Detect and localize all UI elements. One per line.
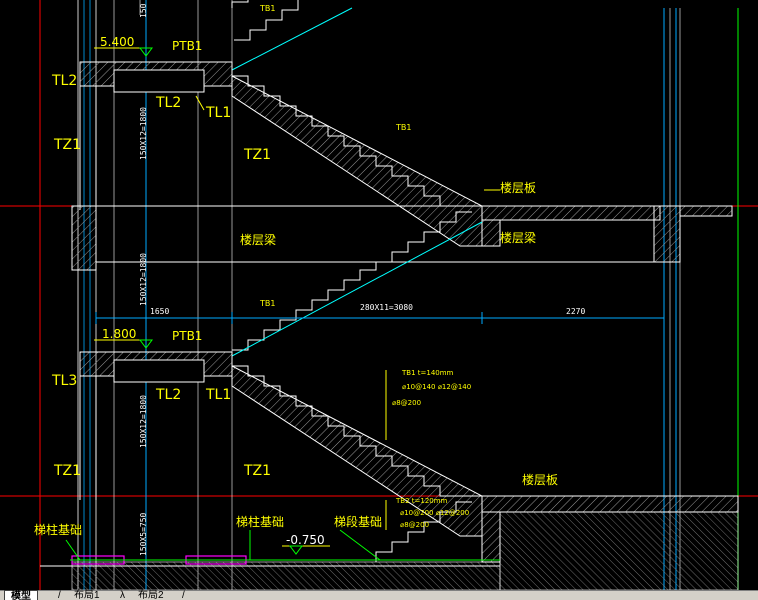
lower-landing [79,351,233,500]
elevation-top: 5.400 [100,35,135,49]
dim-h-left: 1650 [150,307,170,316]
dim-h-right: 2270 [566,307,586,316]
layout-tab-bar: 模型 / 布局1 λ 布局2 / [0,590,758,600]
col-foundation-left-label: 梯柱基础 [34,523,83,537]
col-foundation-mid-label: 梯柱基础 [236,515,285,529]
stair-section-drawing [0,0,758,590]
tz1-left-bottom-label: TZ1 [54,463,82,479]
tb1-lower-small-label: TB1 [260,299,276,308]
tl3-left-label: TL3 [52,373,78,389]
top-landing [79,61,233,210]
tl1-top-label: TL1 [206,105,232,121]
tz1-right-bottom-label: TZ1 [244,463,272,479]
tab-separator: / [182,590,185,600]
floor-beam-label-right: 楼层梁 [500,231,537,245]
tb1-note-3: ⌀8@200 [392,399,422,407]
dim-v-mid-lower: 150X12=1800 [139,395,148,448]
green-annotation-lines [65,529,500,561]
dim-v-top: 150X12=1800 [139,107,148,160]
tl2-left-label: TL2 [52,73,78,89]
tb2-note-2: ⌀10@200 ⌀12@200 [400,509,470,517]
ptb1-mid-label: PTB1 [172,329,203,343]
tz1-left-top-label: TZ1 [54,137,82,153]
tab-separator: λ [120,590,125,600]
elevation-mid: 1.800 [102,327,137,341]
dim-v-cut-top: 150 [139,3,148,18]
tab-model[interactable]: 模型 [4,590,38,600]
floor-slab-label-lower: 楼层板 [522,473,559,487]
floor-slab-upper [71,205,733,271]
tl2-mid-label: TL2 [156,95,182,111]
tb2-note-1: TB2 t=120mm [396,497,448,505]
tb1-note-2: ⌀10@140 ⌀12@140 [402,383,472,391]
tb2-note-3: ⌀8@200 [400,521,430,529]
dim-h-mid: 280X11=3080 [360,303,413,312]
tl2-lower-label: TL2 [156,387,182,403]
cad-viewport[interactable]: TB1 5.400 PTB1 TL2 TL2 TL1 TZ1 TZ1 TB1 楼… [0,0,758,600]
dim-v-mid-upper: 150X12=1800 [139,253,148,306]
upper-flight-top [231,0,353,71]
tb1-mid-label: TB1 [396,123,412,132]
elevation-bottom: -0.750 [286,533,325,547]
ptb1-top-label: PTB1 [172,39,203,53]
tb1-note-1: TB1 t=140mm [402,369,454,377]
tab-separator: / [58,590,61,600]
tz1-right-top-label: TZ1 [244,147,272,163]
tl1-lower-label: TL1 [206,387,232,403]
tb1-top-label: TB1 [260,4,276,13]
tab-layout-1[interactable]: 布局1 [68,590,106,600]
tab-layout-2[interactable]: 布局2 [132,590,170,600]
floor-slab-label-upper: 楼层板 [500,181,537,195]
dim-v-bottom: 150X5=750 [139,512,148,556]
floor-beam-label-left: 楼层梁 [240,233,277,247]
stair-foundation-label: 梯段基础 [334,515,383,529]
